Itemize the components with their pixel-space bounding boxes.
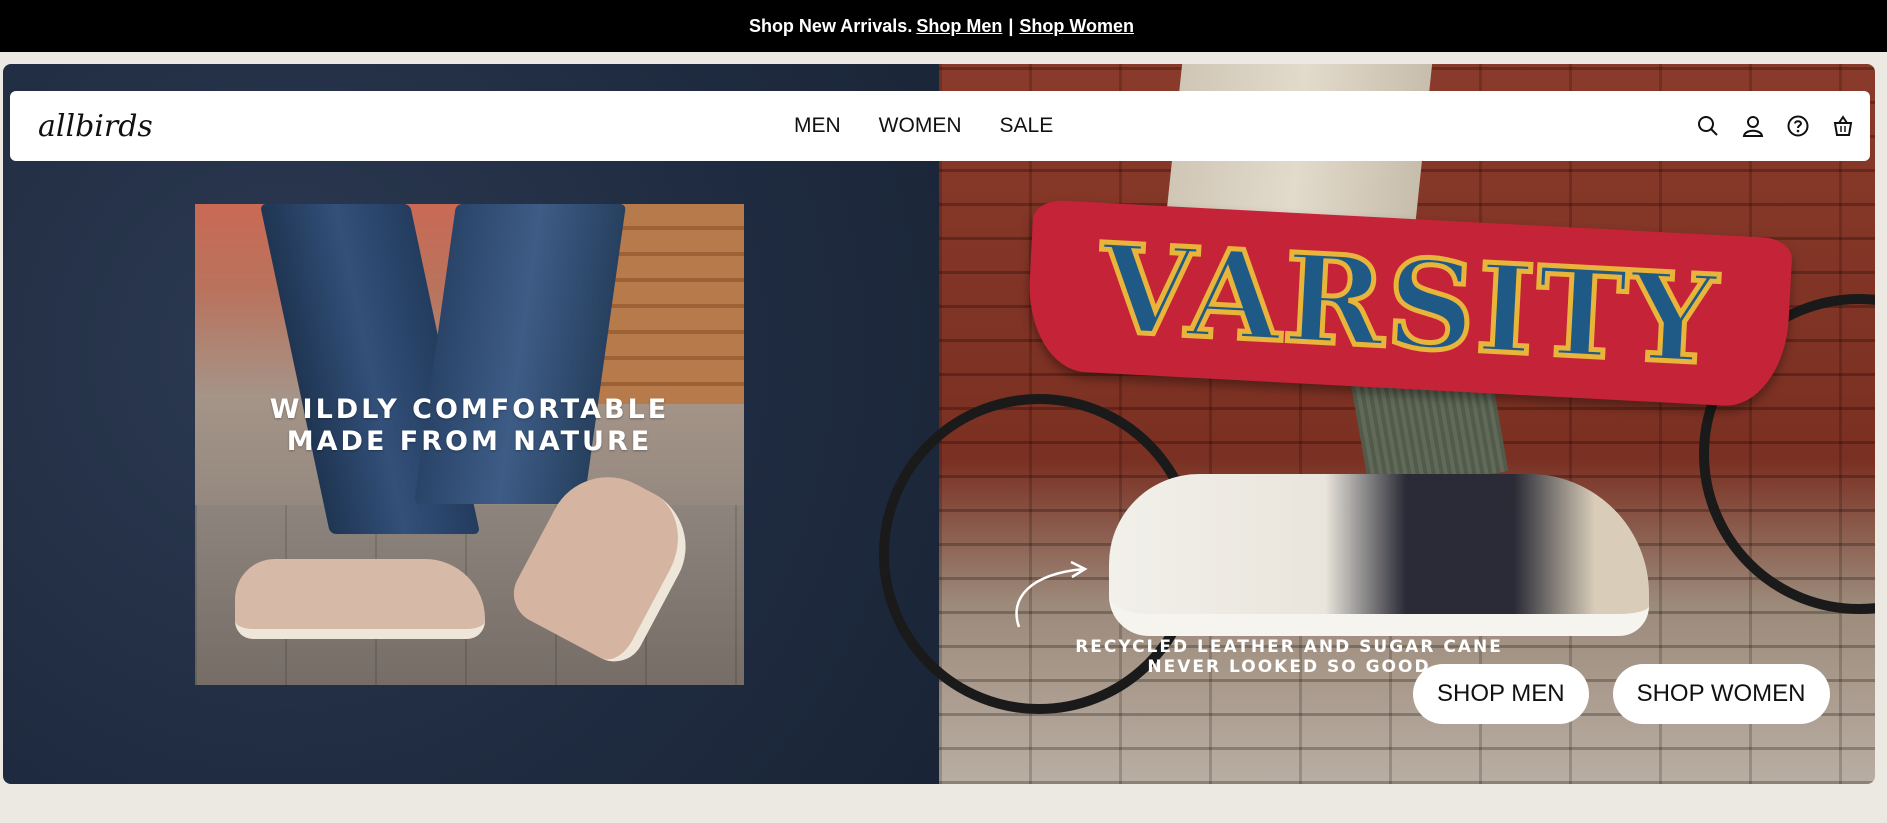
hero-varsity-sneaker xyxy=(1109,474,1649,636)
hero-tagline: WILDLY COMFORTABLE MADE FROM NATURE xyxy=(195,394,744,458)
main-nav: MEN WOMEN SALE xyxy=(794,91,1053,161)
hero-left-panel: WILDLY COMFORTABLE MADE FROM NATURE xyxy=(3,64,939,784)
nav-men[interactable]: MEN xyxy=(794,114,841,138)
cart-icon[interactable] xyxy=(1832,115,1854,137)
photo-jeans-right xyxy=(413,204,627,504)
photo-sneaker-left xyxy=(235,559,485,639)
search-icon[interactable] xyxy=(1697,115,1719,137)
account-icon[interactable] xyxy=(1742,115,1764,137)
promo-text: Shop New Arrivals. xyxy=(748,15,913,36)
hero-tagline-line1: WILDLY COMFORTABLE xyxy=(269,394,670,425)
hero-cta-group: SHOP MEN SHOP WOMEN xyxy=(1413,664,1830,724)
allbirds-logo[interactable]: allbirds xyxy=(38,109,153,144)
varsity-patch: VARSITY xyxy=(1025,199,1793,409)
nav-sale[interactable]: SALE xyxy=(1000,114,1054,138)
promo-separator: | xyxy=(1008,15,1014,36)
promo-bar: Shop New Arrivals. Shop Men | Shop Women xyxy=(0,0,1887,52)
nav-women[interactable]: WOMEN xyxy=(879,114,962,138)
hero-subcaption-line1: RECYCLED LEATHER AND SUGAR CANE xyxy=(1075,637,1503,657)
promo-shop-men-link[interactable]: Shop Men xyxy=(916,16,1002,37)
header-icons xyxy=(1697,91,1854,161)
promo-shop-women-link[interactable]: Shop Women xyxy=(1019,16,1134,37)
hero-banner: WILDLY COMFORTABLE MADE FROM NATURE VARS… xyxy=(3,64,1875,784)
hero-right-panel: VARSITY RECYCLED LEATHER AND SUGAR CANE … xyxy=(879,64,1875,784)
curved-arrow-icon xyxy=(1015,560,1088,628)
site-header: allbirds MEN WOMEN SALE xyxy=(10,91,1870,161)
hero-tagline-line2: MADE FROM NATURE xyxy=(286,426,653,457)
varsity-patch-text: VARSITY xyxy=(1094,213,1724,394)
shop-men-button[interactable]: SHOP MEN xyxy=(1413,664,1589,724)
help-icon[interactable] xyxy=(1787,115,1809,137)
shop-women-button[interactable]: SHOP WOMEN xyxy=(1612,664,1830,724)
hero-lifestyle-photo: WILDLY COMFORTABLE MADE FROM NATURE xyxy=(195,204,744,685)
